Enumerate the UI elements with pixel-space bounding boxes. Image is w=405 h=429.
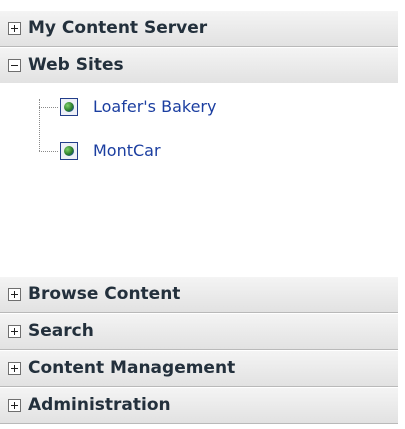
collapse-minus-icon[interactable] [8,59,21,72]
section-my-content-server[interactable]: My Content Server [0,10,398,47]
section-browse-content[interactable]: Browse Content [0,276,398,313]
website-globe-icon [60,98,78,116]
section-search[interactable]: Search [0,313,398,350]
expand-plus-icon[interactable] [8,399,21,412]
expand-plus-icon[interactable] [8,288,21,301]
navigation-panel: My Content Server Web Sites Loafer's Bak… [0,0,398,429]
web-sites-tree: Loafer's Bakery MontCar [0,83,398,267]
panel-margin [398,0,405,429]
tree-connector-line [39,107,58,108]
section-label: Search [28,321,94,341]
section-label: Web Sites [28,55,124,75]
section-label: Content Management [28,358,236,378]
section-label: Browse Content [28,284,181,304]
expand-plus-icon[interactable] [8,22,21,35]
expand-plus-icon[interactable] [8,325,21,338]
section-label: Administration [28,395,171,415]
tree-connector-line [39,151,58,152]
section-label: My Content Server [28,18,208,38]
section-content-management[interactable]: Content Management [0,350,398,387]
section-administration[interactable]: Administration [0,387,398,424]
website-globe-icon [60,142,78,160]
tree-item-label[interactable]: MontCar [93,141,161,160]
tree-item-label[interactable]: Loafer's Bakery [93,97,216,116]
expand-plus-icon[interactable] [8,362,21,375]
section-web-sites[interactable]: Web Sites [0,47,398,84]
